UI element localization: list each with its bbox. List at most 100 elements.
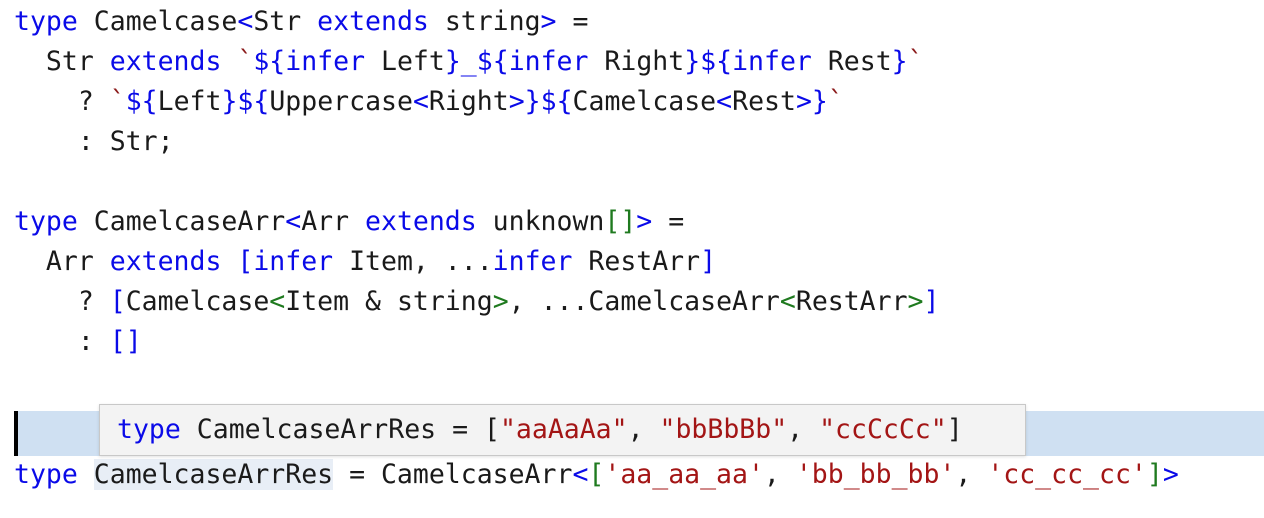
token-comma: ,: [763, 459, 796, 490]
code-line-6[interactable]: type CamelcaseArr<Arr extends unknown[]>…: [14, 202, 684, 242]
token-identifier-camelcase: Camelcase: [93, 6, 238, 37]
hover-tooltip: type CamelcaseArrRes = ["aaAaAa", "bbBbB…: [99, 404, 1026, 456]
token-keyword-type: type: [14, 6, 94, 37]
token-backtick-close: `: [827, 86, 844, 117]
token-angle-close: >: [1162, 459, 1179, 490]
token-type-intersection: Item & string: [285, 286, 493, 317]
token-angle-close: >: [508, 86, 525, 117]
tooltip-code-text: type CamelcaseArrRes = ["aaAaAa", "bbBbB…: [117, 405, 963, 455]
token-angle-open: <: [779, 286, 796, 317]
tooltip-token-string-bbbbbb: "bbBbBb": [659, 414, 788, 445]
token-keyword-type: type: [14, 206, 94, 237]
token-keyword-infer: infer: [285, 46, 381, 77]
code-line-12[interactable]: type CamelcaseArrRes = CamelcaseArr<['aa…: [14, 455, 1179, 495]
token-identifier-item: Item, ...: [349, 246, 493, 277]
token-backtick-close: `: [907, 46, 924, 77]
tooltip-token-keyword-type: type: [117, 414, 197, 445]
token-string-cc: 'cc_cc_cc': [987, 459, 1147, 490]
token-bracket-open: [: [588, 459, 605, 490]
token-backtick-open: `: [237, 46, 254, 77]
code-line-4[interactable]: : Str;: [14, 122, 174, 162]
token-bracket-close: ]: [700, 246, 717, 277]
token-identifier-restarr: RestArr: [588, 246, 701, 277]
token-identifier-left: Left: [157, 86, 222, 117]
code-line-2[interactable]: Str extends `${infer Left}_${infer Right…: [14, 42, 924, 82]
token-string-aa: 'aa_aa_aa': [604, 459, 764, 490]
token-keyword-extends: extends: [365, 206, 493, 237]
token-keyword-infer: infer: [508, 46, 605, 77]
token-keyword-extends: extends: [109, 46, 238, 77]
code-editor[interactable]: type Camelcase<Str extends string> = Str…: [0, 0, 1264, 518]
token-identifier-left: Left: [381, 46, 445, 77]
token-interp-open: ${: [476, 46, 509, 77]
token-spread-camelcasearr: , ...CamelcaseArr: [508, 286, 780, 317]
tooltip-token-bracket-open: [: [483, 414, 500, 445]
token-angle-open: <: [572, 459, 589, 490]
token-empty-tuple: []: [109, 326, 142, 357]
token-identifier-str: Str: [14, 46, 110, 77]
token-assignment-camelcasearr: = CamelcaseArr: [333, 459, 573, 490]
token-interp-open: ${: [237, 86, 270, 117]
token-angle-close: >: [540, 6, 557, 37]
code-line-7[interactable]: Arr extends [infer Item, ...infer RestAr…: [14, 242, 716, 282]
token-identifier-rest: Rest: [732, 86, 796, 117]
token-identifier-camelcase: Camelcase: [125, 286, 270, 317]
token-interp-open: ${: [125, 86, 158, 117]
token-interp-close: }: [524, 86, 541, 117]
tooltip-token-equals: =: [436, 414, 484, 445]
token-interp-close: }: [444, 46, 461, 77]
token-equals: =: [556, 6, 589, 37]
code-line-3[interactable]: ? `${Left}${Uppercase<Right>}${Camelcase…: [14, 82, 844, 122]
token-string-bb: 'bb_bb_bb': [795, 459, 956, 490]
token-interp-close: }: [811, 86, 828, 117]
token-interp-close: }: [891, 46, 908, 77]
tooltip-token-identifier: CamelcaseArrRes: [196, 414, 437, 445]
token-equals: =: [652, 206, 685, 237]
token-angle-open: <: [412, 86, 429, 117]
token-ternary-else: : Str;: [14, 126, 174, 157]
tooltip-token-bracket-close: ]: [946, 414, 963, 445]
token-angle-close: >: [907, 286, 924, 317]
token-angle-open: <: [237, 6, 254, 37]
token-ternary-question: ?: [14, 286, 110, 317]
code-line-8[interactable]: ? [Camelcase<Item & string>, ...Camelcas…: [14, 282, 940, 322]
token-identifier-camelcase: Camelcase: [572, 86, 717, 117]
token-bracket-close: ]: [923, 286, 940, 317]
token-identifier-camelcasearrres[interactable]: CamelcaseArrRes: [93, 459, 334, 490]
token-angle-close: >: [636, 206, 653, 237]
token-bracket-close: ]: [1146, 459, 1163, 490]
token-interp-open: ${: [540, 86, 573, 117]
tooltip-token-string-cccccc: "ccCcCc": [819, 414, 947, 445]
token-identifier-arr: Arr: [14, 246, 110, 277]
token-keyword-extends: extends: [317, 6, 445, 37]
token-interp-close: }: [684, 46, 701, 77]
tooltip-token-comma: ,: [787, 414, 820, 445]
token-interp-open: ${: [700, 46, 733, 77]
token-identifier-rest: Rest: [827, 46, 892, 77]
token-identifier-restarr: RestArr: [795, 286, 908, 317]
token-angle-close: >: [492, 286, 509, 317]
code-line-9[interactable]: : []: [14, 322, 142, 362]
token-ternary-question: ?: [14, 86, 110, 117]
token-identifier-right: Right: [428, 86, 509, 117]
token-ternary-else: :: [14, 326, 110, 357]
token-interp-close: }: [221, 86, 238, 117]
token-underscore-separator: _: [460, 46, 477, 77]
token-comma: ,: [955, 459, 988, 490]
token-keyword-infer: infer: [732, 46, 828, 77]
token-keyword-infer: infer: [492, 246, 589, 277]
token-type-string: string: [444, 6, 541, 37]
token-angle-open: <: [285, 206, 302, 237]
token-angle-open: <: [716, 86, 733, 117]
tooltip-token-string-aaaaaa: "aaAaAa": [499, 414, 628, 445]
token-angle-close: >: [795, 86, 812, 117]
token-type-unknown: unknown: [492, 206, 605, 237]
token-identifier-right: Right: [604, 46, 685, 77]
token-bracket-open: [: [109, 286, 126, 317]
token-array-brackets: []: [604, 206, 637, 237]
code-line-1[interactable]: type Camelcase<Str extends string> =: [14, 2, 588, 42]
token-identifier-arr: Arr: [301, 206, 366, 237]
token-backtick-open: `: [109, 86, 126, 117]
token-identifier-str: Str: [253, 6, 318, 37]
token-identifier-uppercase: Uppercase: [269, 86, 413, 117]
